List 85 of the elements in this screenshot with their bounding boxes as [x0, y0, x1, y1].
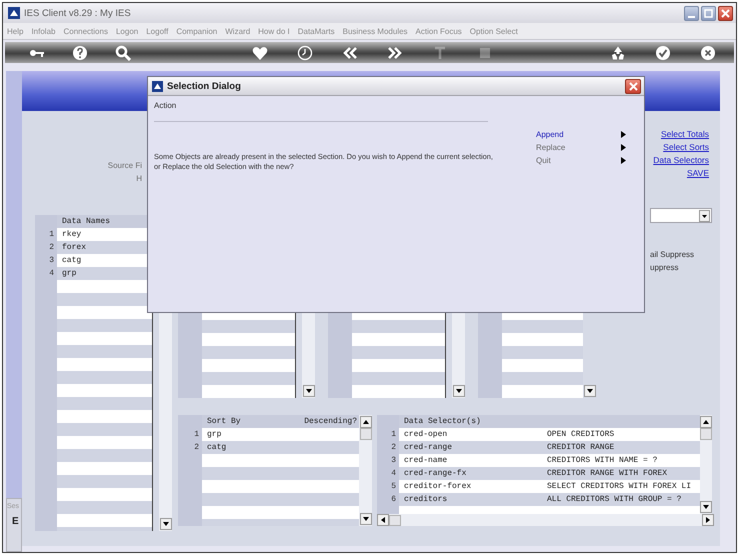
- menu-item[interactable]: Option Select: [470, 26, 518, 36]
- window-title: IES Client v8.29 : My IES: [24, 8, 132, 18]
- side-code: E: [11, 516, 20, 527]
- table-cell: catg: [202, 441, 359, 454]
- table-cell: CREDITOR RANGE WITH FOREX: [547, 467, 700, 480]
- minimize-icon: [688, 16, 695, 18]
- row-number: 2: [35, 241, 57, 254]
- scroll-thumb[interactable]: [389, 514, 401, 526]
- link[interactable]: Select Totals: [660, 129, 709, 139]
- close-button[interactable]: [625, 78, 641, 94]
- row-number: 6: [377, 493, 399, 506]
- menu-item[interactable]: DataMarts: [298, 26, 335, 36]
- row-number: 2: [178, 441, 202, 454]
- row-number-cell: [377, 415, 399, 428]
- field-label: H: [136, 174, 142, 183]
- menu-item[interactable]: Action Focus: [416, 26, 462, 36]
- table-cell: cred-open: [399, 428, 547, 441]
- horizontal-scrollbar[interactable]: [377, 514, 714, 526]
- option-label: uppress: [650, 263, 680, 272]
- close-button[interactable]: [718, 6, 733, 20]
- row-number: 3: [35, 254, 57, 267]
- scroll-thumb[interactable]: [360, 428, 372, 440]
- menu-option[interactable]: Quit: [536, 156, 551, 165]
- table-cell: OPEN CREDITORS: [547, 428, 700, 441]
- menu-item[interactable]: Connections: [63, 26, 108, 36]
- option-label: ail Suppress: [650, 250, 696, 259]
- table-cell: creditors: [399, 493, 547, 506]
- row-number-cell: [478, 385, 502, 398]
- row-number: 5: [377, 480, 399, 493]
- table-cell: grp: [202, 428, 359, 441]
- app-icon: [152, 80, 163, 92]
- scrollbar[interactable]: [700, 415, 712, 514]
- table-cell: cred-name: [399, 454, 547, 467]
- menu-option[interactable]: Append: [536, 130, 564, 139]
- dialog-title: Selection Dialog: [167, 80, 242, 92]
- section-label: Action: [154, 101, 488, 122]
- close-icon: [721, 8, 730, 18]
- table-cell: cred-range: [399, 441, 547, 454]
- table-cell: creditor-forex: [399, 480, 547, 493]
- menu-item[interactable]: Logoff: [146, 26, 168, 36]
- row-number-cell: [178, 385, 202, 398]
- close-icon[interactable]: [700, 44, 716, 60]
- maximize-button[interactable]: [701, 6, 716, 20]
- double-left-arrow-icon[interactable]: [342, 44, 358, 60]
- table-cell: ALL CREDITORS WITH GROUP = ?: [547, 493, 700, 506]
- menu-option[interactable]: Replace: [536, 143, 566, 152]
- help-icon[interactable]: [72, 44, 88, 60]
- double-right-arrow-icon[interactable]: [387, 44, 403, 60]
- row-number: 4: [377, 467, 399, 480]
- row-number: 1: [377, 428, 399, 441]
- table-cell: SELECT CREDITORS WITH FOREX LI: [547, 480, 700, 493]
- menu-item[interactable]: How do I: [258, 26, 290, 36]
- table-cell: CREDITOR RANGE: [547, 441, 700, 454]
- menu-item[interactable]: Infolab: [31, 26, 56, 36]
- row-number-cell: [35, 215, 57, 228]
- row-number: 1: [35, 228, 57, 241]
- table-cell: CREDITORS WITH NAME = ?: [547, 454, 700, 467]
- link[interactable]: Select Sorts: [663, 142, 709, 152]
- app-icon: [8, 7, 20, 19]
- maximize-icon: [704, 8, 713, 18]
- minimize-button[interactable]: [684, 6, 699, 20]
- row-number: 2: [377, 441, 399, 454]
- row-number-cell: [328, 385, 352, 398]
- field-label: Source Fi: [108, 161, 142, 170]
- menu-item[interactable]: Companion: [176, 26, 218, 36]
- table-cell: cred-range-fx: [399, 467, 547, 480]
- row-number: 3: [377, 454, 399, 467]
- menu-item[interactable]: Logon: [116, 26, 138, 36]
- column-header: Sort By: [207, 417, 241, 426]
- scrollbar[interactable]: [359, 415, 372, 526]
- check-icon[interactable]: [655, 44, 671, 60]
- column-header: Descending?: [304, 417, 357, 426]
- row-number: 4: [35, 267, 57, 280]
- clock-icon[interactable]: [297, 44, 313, 60]
- row-number: 1: [178, 428, 202, 441]
- close-icon: [628, 82, 638, 90]
- heart-icon[interactable]: [252, 44, 268, 60]
- search-icon[interactable]: [115, 44, 131, 60]
- recycle-icon[interactable]: [610, 44, 626, 60]
- menu-item[interactable]: Wizard: [225, 26, 250, 36]
- link[interactable]: Data Selectors: [653, 155, 709, 165]
- menu-item[interactable]: Help: [7, 26, 24, 36]
- link[interactable]: SAVE: [686, 168, 709, 178]
- menu-item[interactable]: Business Modules: [342, 26, 408, 36]
- scroll-thumb[interactable]: [700, 428, 712, 440]
